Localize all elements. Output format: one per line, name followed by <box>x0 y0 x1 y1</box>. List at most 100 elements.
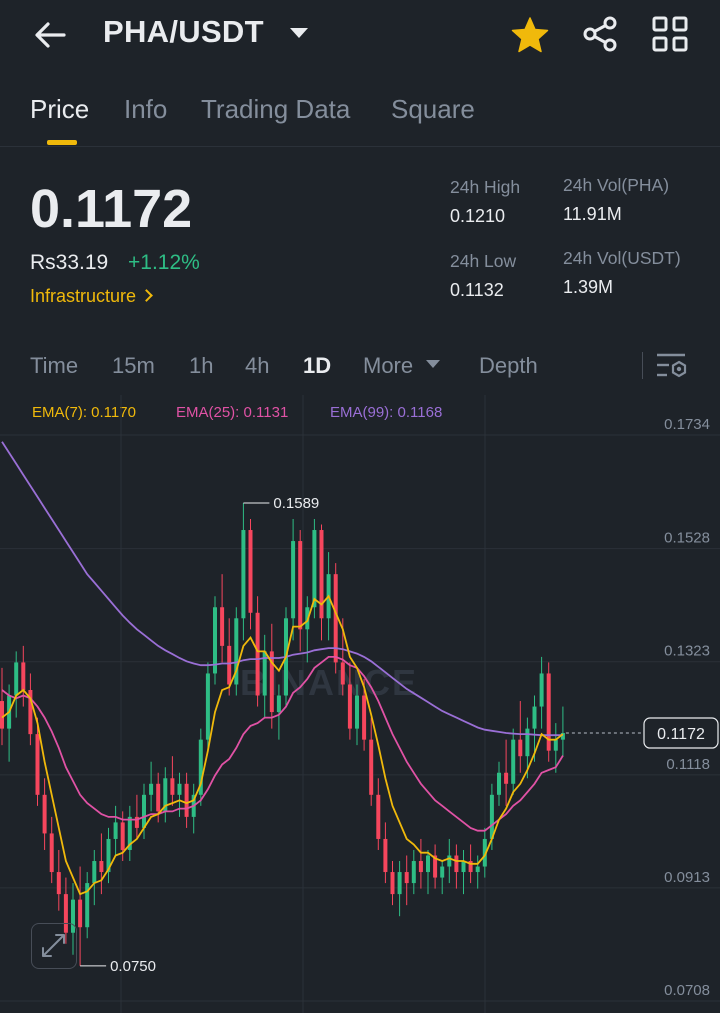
candle-body <box>0 701 4 729</box>
interval-15m[interactable]: 15m <box>112 353 155 379</box>
y-axis-tick-label: 0.1118 <box>666 756 710 773</box>
chevron-right-icon <box>140 289 153 302</box>
vol-quote-value: 1.39M <box>563 277 614 297</box>
candle-body <box>21 662 26 691</box>
tab-trading-data[interactable]: Trading Data <box>201 94 350 125</box>
candle-body <box>447 855 452 867</box>
candle-body <box>440 866 445 878</box>
candle-body <box>170 778 175 795</box>
low-value: 0.1132 <box>450 280 504 300</box>
vol-base-label: 24h Vol(PHA) <box>563 175 670 195</box>
candle-body <box>525 728 530 757</box>
candle-body <box>220 607 225 646</box>
candle-body <box>390 872 395 895</box>
interval-1d[interactable]: 1D <box>303 353 331 379</box>
candle-body <box>276 695 281 713</box>
candle-body <box>99 861 104 873</box>
vol-quote-label: 24h Vol(USDT) <box>563 248 681 268</box>
candle-body <box>340 662 345 685</box>
ema7-line <box>1 594 564 896</box>
min-price-label: 0.0750 <box>110 958 156 975</box>
top-bar: PHA/USDT <box>0 0 720 70</box>
y-axis-tick-label: 0.1528 <box>664 530 710 547</box>
candle-body <box>56 872 61 895</box>
candle-body <box>355 695 359 729</box>
watermark-text: BINANCE <box>240 662 418 703</box>
interval-time[interactable]: Time <box>30 353 78 379</box>
interval-more[interactable]: More <box>363 353 413 379</box>
interval-depth[interactable]: Depth <box>479 353 538 379</box>
fiat-price: Rs33.19 <box>30 251 109 274</box>
back-arrow-icon[interactable] <box>30 17 70 53</box>
candle-body <box>511 739 516 784</box>
candle-body <box>149 783 154 795</box>
candle-body <box>298 541 303 630</box>
candle-body <box>78 899 83 928</box>
last-price: 0.1172 <box>30 179 193 239</box>
fullscreen-button[interactable] <box>31 923 77 969</box>
sector-label: Infrastructure <box>30 286 137 306</box>
candle-body <box>177 783 182 795</box>
candle-body <box>184 783 189 817</box>
price-change-percent: +1.12% <box>128 251 200 274</box>
high-value: 0.1210 <box>450 206 506 226</box>
candle-body <box>411 861 416 884</box>
candle-body <box>518 739 523 757</box>
candle-body <box>426 855 430 873</box>
candle-body <box>553 739 558 751</box>
candle-body <box>92 861 97 884</box>
candle-body <box>397 872 402 895</box>
max-price-label: 0.1589 <box>273 495 319 512</box>
high-label: 24h High <box>450 177 521 197</box>
tab-info[interactable]: Info <box>124 94 167 125</box>
candle-body <box>227 645 232 685</box>
candle-body <box>376 794 381 839</box>
candle-body <box>156 783 161 812</box>
candle-body <box>504 772 509 784</box>
tab-price[interactable]: Price <box>30 94 89 125</box>
price-chart[interactable]: 0.1734 0.1528 0.1323 0.1118 0.0913 0.0708 BINA… <box>0 395 720 1013</box>
candle-body <box>49 833 54 873</box>
candle-body <box>369 739 374 795</box>
candle-body <box>120 822 125 850</box>
candle-body <box>454 855 459 873</box>
candle-body <box>475 866 480 873</box>
candle-body <box>489 794 494 839</box>
tab-square[interactable]: Square <box>391 94 475 125</box>
expand-icon <box>42 934 65 957</box>
y-axis-tick-label: 0.1734 <box>664 416 710 433</box>
y-axis-tick-label: 0.0913 <box>664 869 710 886</box>
low-label: 24h Low <box>450 251 517 271</box>
candle-body <box>461 861 466 873</box>
candle-body <box>539 673 544 707</box>
candle-body <box>42 794 47 834</box>
y-axis-tick-label: 0.1323 <box>664 643 710 660</box>
chart-settings-icon[interactable] <box>655 351 689 381</box>
pair-title[interactable]: PHA/USDT <box>103 14 264 50</box>
favorite-star-icon[interactable] <box>510 15 550 55</box>
more-caret-down-icon[interactable] <box>426 360 440 368</box>
interval-bar: Time 15m 1h 4h 1D More Depth <box>0 345 720 390</box>
vol-base-value: 11.91M <box>563 204 622 224</box>
candle-body <box>362 695 367 740</box>
last-price-tag-label: 0.1172 <box>657 726 705 743</box>
candle-body <box>418 861 423 873</box>
section-tabs: Price Info Trading Data Square <box>0 84 720 147</box>
candle-body <box>35 734 40 795</box>
share-icon[interactable] <box>580 14 620 54</box>
caret-down-icon[interactable] <box>290 28 308 38</box>
candle-body <box>404 872 409 884</box>
interval-4h[interactable]: 4h <box>245 353 269 379</box>
candle-body <box>255 612 260 696</box>
active-tab-indicator <box>47 140 77 145</box>
sector-link[interactable]: Infrastructure <box>30 286 153 307</box>
grid-menu-icon[interactable] <box>650 14 690 54</box>
candle-body <box>113 822 118 839</box>
candle-body <box>497 772 501 795</box>
candle-body <box>248 530 253 613</box>
interval-divider <box>642 352 643 379</box>
candle-body <box>312 530 317 608</box>
y-axis-tick-label: 0.0708 <box>664 982 710 999</box>
candle-body <box>205 673 210 740</box>
interval-1h[interactable]: 1h <box>189 353 213 379</box>
